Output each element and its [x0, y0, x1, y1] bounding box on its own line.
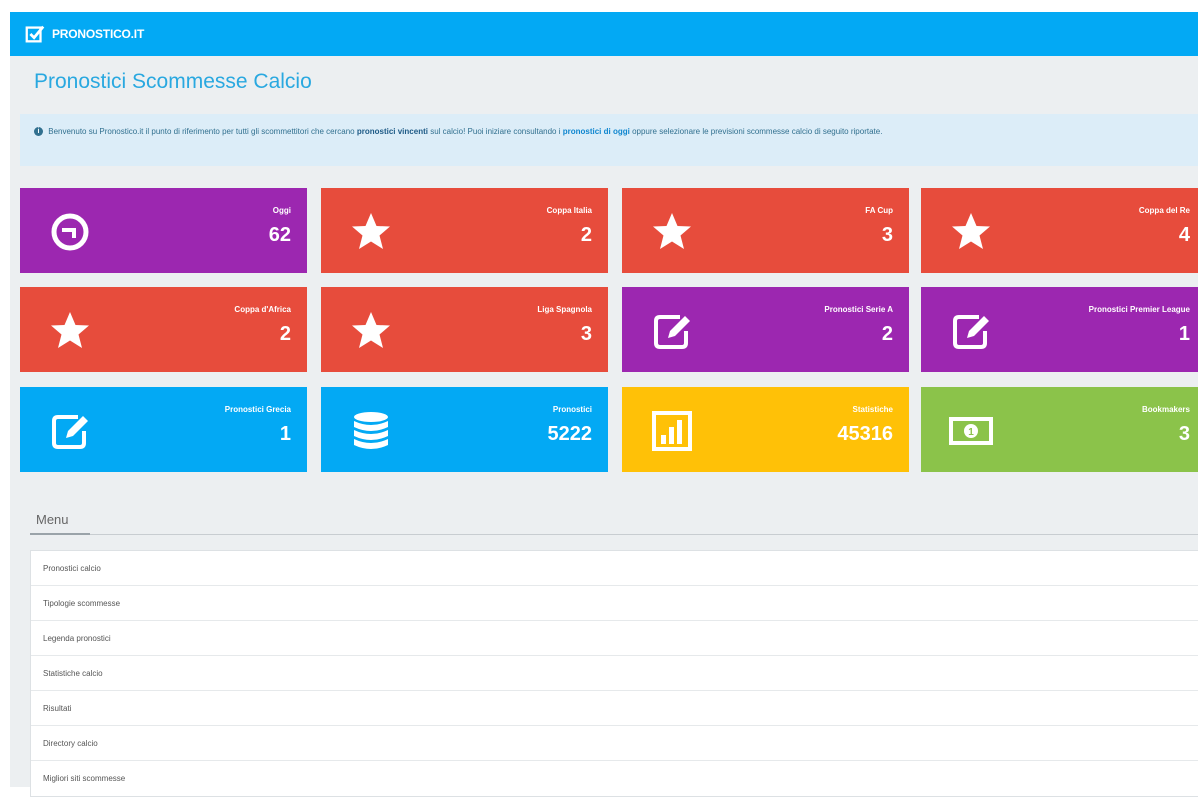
tile-coppa-africa[interactable]: Coppa d'Africa 2 — [20, 287, 307, 372]
bar-chart-icon — [652, 411, 692, 451]
intro-text-2: sul calcio! Puoi iniziare consultando i — [430, 127, 561, 136]
menu-item-migliori-siti[interactable]: Migliori siti scommesse — [31, 761, 1198, 796]
intro-alert: i Benvenuto su Pronostico.it il punto di… — [20, 114, 1198, 166]
tile-label: Coppa d'Africa — [234, 305, 291, 314]
tile-label: Pronostici Serie A — [824, 305, 893, 314]
tile-value: 2 — [580, 224, 592, 246]
edit-icon — [52, 415, 88, 449]
menu-title: Menu — [36, 512, 69, 527]
tile-value: 3 — [580, 323, 592, 345]
tile-value: 2 — [279, 323, 291, 345]
tile-value: 3 — [881, 224, 893, 246]
tile-label: Coppa del Re — [1138, 206, 1190, 215]
tile-value: 45316 — [837, 423, 893, 445]
star-icon — [653, 213, 691, 249]
intro-text-3: oppure selezionare le previsioni scommes… — [632, 127, 883, 136]
star-icon — [352, 312, 390, 348]
tile-value: 3 — [1178, 423, 1190, 445]
checkbox-logo-icon — [25, 25, 45, 43]
menu-divider — [30, 533, 1198, 535]
tile-label: Pronostici Grecia — [224, 405, 291, 414]
menu-item-statistiche-calcio[interactable]: Statistiche calcio — [31, 656, 1198, 691]
tile-premier-league[interactable]: Pronostici Premier League 1 — [921, 287, 1198, 372]
tile-label: Liga Spagnola — [537, 305, 592, 314]
svg-text:1: 1 — [968, 427, 974, 438]
tile-label: Pronostici — [552, 405, 592, 414]
top-navbar: PRONOSTICO.IT — [10, 12, 1198, 56]
tile-label: Statistiche — [852, 405, 893, 414]
tile-bookmakers[interactable]: 1 Bookmakers 3 — [921, 387, 1198, 472]
tile-serie-a[interactable]: Pronostici Serie A 2 — [622, 287, 909, 372]
menu-item-pronostici-calcio[interactable]: Pronostici calcio — [31, 551, 1198, 586]
tile-coppa-italia[interactable]: Coppa Italia 2 — [321, 188, 608, 273]
money-icon: 1 — [949, 417, 993, 445]
tile-value: 4 — [1178, 224, 1190, 246]
tile-label: Oggi — [272, 206, 291, 215]
menu-item-directory-calcio[interactable]: Directory calcio — [31, 726, 1198, 761]
star-icon — [352, 213, 390, 249]
logo-text: PRONOSTICO.IT — [52, 27, 145, 41]
tile-label: Bookmakers — [1141, 405, 1190, 414]
tile-fa-cup[interactable]: FA Cup 3 — [622, 188, 909, 273]
database-icon — [354, 412, 388, 449]
intro-text-1: Benvenuto su Pronostico.it il punto di r… — [48, 127, 355, 136]
edit-icon — [654, 315, 690, 349]
menu-item-risultati[interactable]: Risultati — [31, 691, 1198, 726]
tile-statistiche[interactable]: Statistiche 45316 — [622, 387, 909, 472]
star-icon — [952, 213, 990, 249]
tile-label: Pronostici Premier League — [1088, 305, 1190, 314]
edit-icon — [953, 315, 989, 349]
clock-icon — [51, 213, 89, 251]
star-icon — [51, 312, 89, 348]
site-logo[interactable]: PRONOSTICO.IT — [24, 23, 144, 45]
tile-value: 1 — [1178, 323, 1190, 345]
menu-list: Pronostici calcio Tipologie scommesse Le… — [30, 550, 1198, 797]
tile-value: 62 — [268, 224, 291, 246]
tile-grecia[interactable]: Pronostici Grecia 1 — [20, 387, 307, 472]
page-title: Pronostici Scommesse Calcio — [34, 70, 312, 93]
tile-pronostici[interactable]: Pronostici 5222 — [321, 387, 608, 472]
tile-value: 5222 — [547, 423, 593, 445]
menu-item-legenda-pronostici[interactable]: Legenda pronostici — [31, 621, 1198, 656]
tile-oggi[interactable]: Oggi 62 — [20, 188, 307, 273]
tile-value: 1 — [279, 423, 291, 445]
tile-liga-spagnola[interactable]: Liga Spagnola 3 — [321, 287, 608, 372]
tile-label: Coppa Italia — [546, 206, 592, 215]
tile-label: FA Cup — [865, 206, 893, 215]
tile-value: 2 — [881, 323, 893, 345]
intro-bold-text: pronostici vincenti — [356, 127, 428, 136]
tile-coppa-del-re[interactable]: Coppa del Re 4 — [921, 188, 1198, 273]
main-content: Pronostici Scommesse Calcio i Benvenuto … — [10, 56, 1198, 797]
info-icon: i — [34, 127, 43, 137]
pronostici-oggi-link[interactable]: pronostici di oggi — [563, 127, 630, 136]
menu-item-tipologie-scommesse[interactable]: Tipologie scommesse — [31, 586, 1198, 621]
